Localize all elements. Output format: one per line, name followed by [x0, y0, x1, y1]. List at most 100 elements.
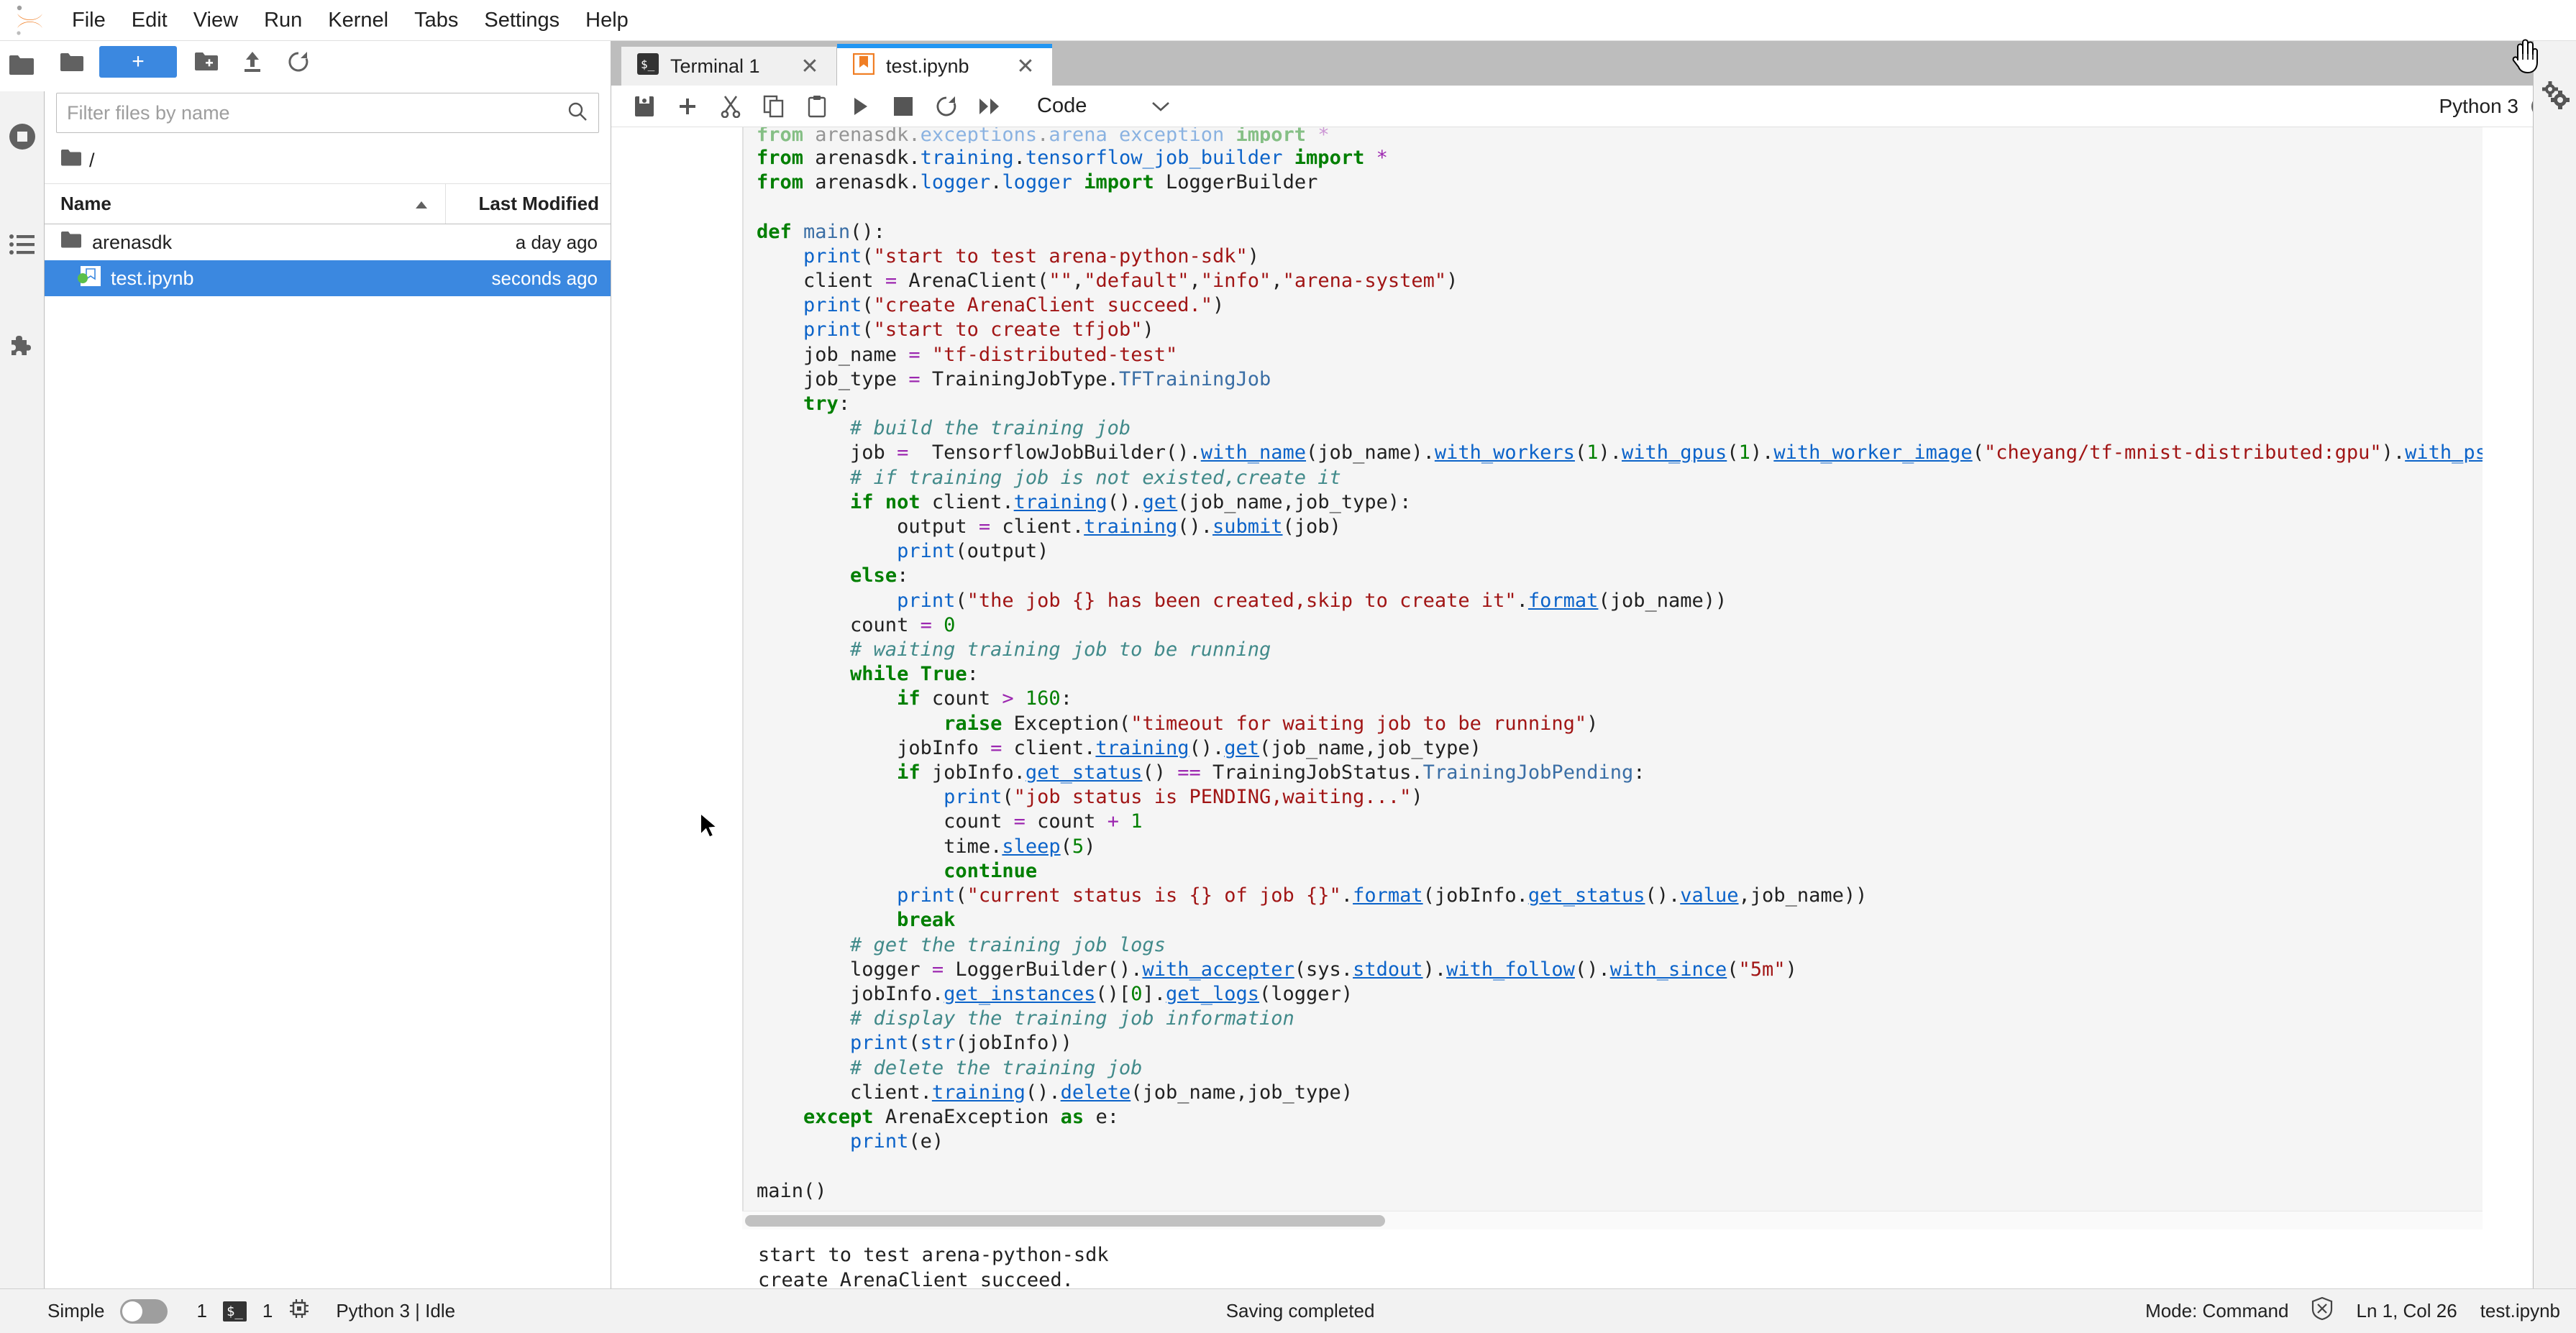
save-icon[interactable]: [626, 89, 663, 124]
file-row-name: test.ipynb: [60, 266, 438, 291]
list-item[interactable]: test.ipynb seconds ago: [45, 260, 611, 296]
simple-mode-toggle[interactable]: [120, 1299, 168, 1324]
right-sidebar: [2533, 41, 2576, 1288]
chevron-down-icon: [1151, 94, 1170, 118]
menu-kernel[interactable]: Kernel: [315, 6, 401, 35]
folder-icon: [60, 231, 82, 254]
tab-test-ipynb[interactable]: test.ipynb ✕: [837, 47, 1053, 86]
puzzle-icon: [9, 334, 36, 365]
tab-label: test.ipynb: [886, 55, 969, 78]
sidebar-item-extensions[interactable]: [0, 321, 45, 377]
notebook-icon: [853, 53, 874, 80]
new-folder-icon[interactable]: [190, 46, 223, 78]
scrollbar-thumb[interactable]: [745, 1215, 1385, 1227]
output-line: create ArenaClient succeed.: [758, 1268, 2483, 1288]
terminal-count[interactable]: 1: [262, 1300, 273, 1322]
kernel-info-label[interactable]: Python 3 | Idle: [336, 1300, 455, 1322]
file-name-label: arenasdk: [92, 232, 172, 254]
menu-help[interactable]: Help: [572, 6, 641, 35]
restart-icon[interactable]: [928, 89, 965, 124]
terminal-icon[interactable]: $_: [223, 1301, 247, 1321]
paste-icon[interactable]: [798, 89, 836, 124]
refresh-icon[interactable]: [282, 46, 315, 78]
code-editor[interactable]: from arenasdk.exceptions.arena_exception…: [744, 127, 2483, 1211]
file-list-header: Name Last Modified: [45, 183, 611, 224]
tab-terminal-1[interactable]: $_ Terminal 1 ✕: [621, 47, 837, 86]
copy-icon[interactable]: [755, 89, 793, 124]
code-cell[interactable]: from arenasdk.exceptions.arena_exception…: [742, 127, 2483, 1211]
file-row-name: arenasdk: [60, 231, 438, 254]
dock-panel: $_ Terminal 1 ✕ test.ipynb ✕: [611, 41, 2576, 1288]
menu-file[interactable]: File: [59, 6, 119, 35]
column-header-last-modified[interactable]: Last Modified: [445, 184, 611, 224]
editor-mode-label[interactable]: Mode: Command: [2145, 1300, 2288, 1322]
gears-icon[interactable]: [2539, 80, 2571, 115]
current-file-label: test.ipynb: [2480, 1300, 2560, 1322]
menu-bar: File Edit View Run Kernel Tabs Settings …: [0, 0, 2576, 41]
activity-bar: [0, 41, 45, 1288]
saving-status-label: Saving completed: [1226, 1300, 1375, 1322]
menu-edit[interactable]: Edit: [119, 6, 181, 35]
breadcrumb-path: /: [89, 150, 95, 172]
code-content: from arenasdk.training.tensorflow_job_bu…: [757, 143, 2483, 1211]
menu-settings[interactable]: Settings: [471, 6, 572, 35]
tab-bar: $_ Terminal 1 ✕ test.ipynb ✕: [611, 41, 2576, 86]
toggle-knob: [122, 1301, 142, 1321]
cell-type-value: Code: [1037, 94, 1087, 118]
menu-view[interactable]: View: [181, 6, 251, 35]
status-left-group: Simple 1 $_ 1 Python 3 | Idle: [0, 1298, 455, 1324]
close-icon[interactable]: ✕: [799, 54, 821, 79]
sidebar-item-running-sessions[interactable]: [0, 110, 45, 166]
simple-mode-label: Simple: [47, 1300, 104, 1322]
cut-icon[interactable]: [712, 89, 749, 124]
sort-asc-icon: [414, 193, 429, 215]
cell-output: start to test arena-python-sdk create Ar…: [742, 1229, 2483, 1288]
cell-type-dropdown[interactable]: Code: [1030, 91, 1177, 121]
file-browser-panel: +: [45, 41, 611, 1288]
breadcrumb[interactable]: /: [45, 140, 611, 183]
folder-icon: [60, 149, 82, 172]
notebook-scroll-area: from arenasdk.exceptions.arena_exception…: [611, 127, 2576, 1288]
sidebar-item-commands[interactable]: [0, 218, 45, 274]
close-icon[interactable]: ✕: [1015, 54, 1036, 79]
sidebar-item-file-browser[interactable]: [0, 41, 45, 91]
notebook-body[interactable]: from arenasdk.exceptions.arena_exception…: [611, 127, 2576, 1288]
run-icon[interactable]: [841, 89, 879, 124]
no-entry-icon: [2311, 1297, 2333, 1325]
kernel-count[interactable]: 1: [196, 1300, 206, 1322]
folder-icon: [58, 47, 86, 76]
main-area: +: [0, 41, 2576, 1288]
code-horizontal-scrollbar[interactable]: [742, 1211, 2483, 1229]
file-browser-toolbar: +: [45, 41, 611, 83]
column-header-name[interactable]: Name: [45, 184, 445, 224]
search-input[interactable]: [67, 102, 567, 124]
filter-container: [45, 83, 611, 140]
upload-icon[interactable]: [236, 46, 269, 78]
fast-forward-icon[interactable]: [971, 89, 1008, 124]
jupyter-logo-icon: [14, 4, 45, 36]
search-icon[interactable]: [567, 101, 588, 126]
menu-run[interactable]: Run: [251, 6, 315, 35]
add-cell-icon[interactable]: [669, 89, 706, 124]
file-name-label: test.ipynb: [111, 267, 194, 290]
file-modified-label: seconds ago: [438, 267, 611, 290]
new-launcher-button[interactable]: +: [99, 46, 177, 78]
cpu-icon: [288, 1298, 310, 1324]
stop-icon[interactable]: [885, 89, 922, 124]
file-modified-label: a day ago: [438, 232, 611, 254]
list-item[interactable]: arenasdk a day ago: [45, 224, 611, 260]
jupyterlab-window: File Edit View Run Kernel Tabs Settings …: [0, 0, 2576, 1333]
stop-circle-icon: [9, 123, 36, 154]
notebook-toolbar: Code Python 3: [611, 86, 2576, 127]
filter-files-box[interactable]: [56, 93, 599, 133]
terminal-icon: $_: [637, 53, 659, 80]
menu-tabs[interactable]: Tabs: [401, 6, 471, 35]
status-center-group: Saving completed: [455, 1300, 2145, 1322]
column-name-label: Name: [60, 193, 111, 215]
tab-label: Terminal 1: [670, 55, 760, 78]
cursor-position-label[interactable]: Ln 1, Col 26: [2356, 1300, 2457, 1322]
status-right-group: Mode: Command Ln 1, Col 26 test.ipynb: [2145, 1297, 2560, 1325]
clipped-code-line: from arenasdk.exceptions.arena_exception…: [757, 127, 2483, 143]
status-bar: Simple 1 $_ 1 Python 3 | Idle Saving com…: [0, 1288, 2576, 1333]
kernel-name-label: Python 3: [2439, 95, 2518, 118]
